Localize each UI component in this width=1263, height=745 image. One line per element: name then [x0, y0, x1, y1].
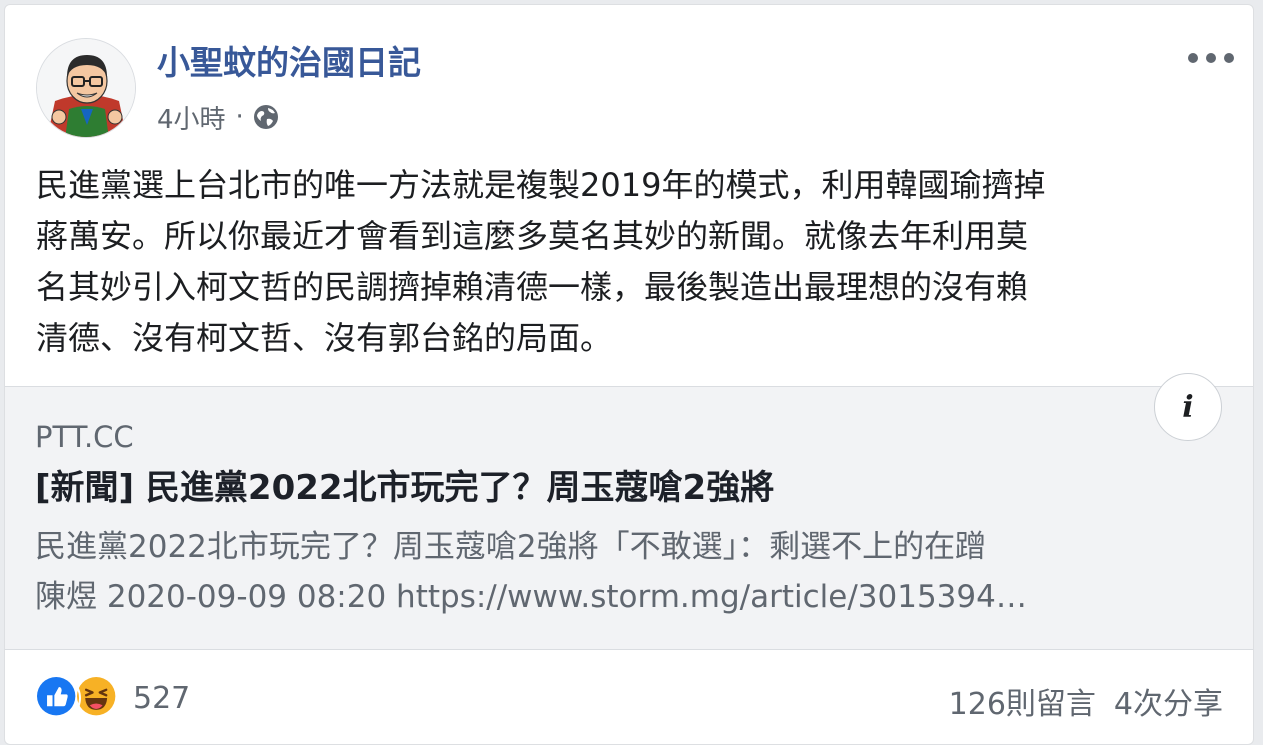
comments-count-link[interactable]: 126則留言	[949, 679, 1096, 723]
link-title[interactable]: [新聞] 民進黨2022北市玩完了？周玉蔻嗆2強將	[35, 465, 774, 511]
post-body-text: 民進黨選上台北市的唯一方法就是複製2019年的模式，利用韓國瑜擠掉 蔣萬安。所以…	[36, 160, 1216, 364]
link-domain: PTT.CC	[35, 420, 134, 454]
more-dot	[1188, 53, 1198, 63]
link-description: 民進黨2022北市玩完了？周玉蔻嗆2強將「不敢選」：剩選不上的在蹭 陳煜 202…	[35, 522, 1215, 622]
post-text-line: 清德、沒有柯文哲、沒有郭台銘的局面。	[36, 319, 613, 357]
info-icon: i	[1182, 389, 1194, 425]
post-text-line: 名其妙引入柯文哲的民調擠掉賴清德一樣，最後製造出最理想的沒有賴	[36, 268, 1029, 306]
post-text-line: 蔣萬安。所以你最近才會看到這麼多莫名其妙的新聞。就像去年利用莫	[36, 217, 1029, 255]
post-text-line: 民進黨選上台北市的唯一方法就是複製2019年的模式，利用韓國瑜擠掉	[36, 166, 1046, 204]
avatar-illustration-icon	[37, 39, 135, 137]
post-meta: 4小時 ·	[157, 98, 280, 136]
post-stats: 126則留言 4次分享	[949, 678, 1223, 724]
meta-separator: ·	[235, 102, 244, 132]
page-avatar[interactable]	[36, 38, 136, 138]
more-options-button[interactable]	[1188, 43, 1234, 73]
link-preview-card[interactable]: PTT.CC [新聞] 民進黨2022北市玩完了？周玉蔻嗆2強將 民進黨2022…	[5, 386, 1253, 650]
link-info-button[interactable]: i	[1154, 373, 1222, 441]
haha-icon	[75, 675, 121, 721]
link-description-line: 民進黨2022北市玩完了？周玉蔻嗆2強將「不敢選」：剩選不上的在蹭	[35, 529, 987, 565]
reaction-count: 527	[133, 680, 191, 716]
page-name-link[interactable]: 小聖蚊的治國日記	[157, 41, 421, 85]
more-dot	[1224, 53, 1234, 63]
shares-count-link[interactable]: 4次分享	[1114, 679, 1223, 723]
reactions-summary[interactable]: 527	[35, 673, 190, 723]
more-dot	[1206, 53, 1216, 63]
globe-icon[interactable]	[252, 103, 280, 131]
like-icon	[35, 675, 81, 721]
post-timestamp[interactable]: 4小時	[157, 99, 226, 136]
link-description-line: 陳煜 2020-09-09 08:20 https://www.storm.mg…	[35, 579, 1027, 615]
post-card: 小聖蚊的治國日記 4小時 · 民進黨選上台北市的唯一方法就是複製2019年的模式…	[4, 4, 1254, 745]
